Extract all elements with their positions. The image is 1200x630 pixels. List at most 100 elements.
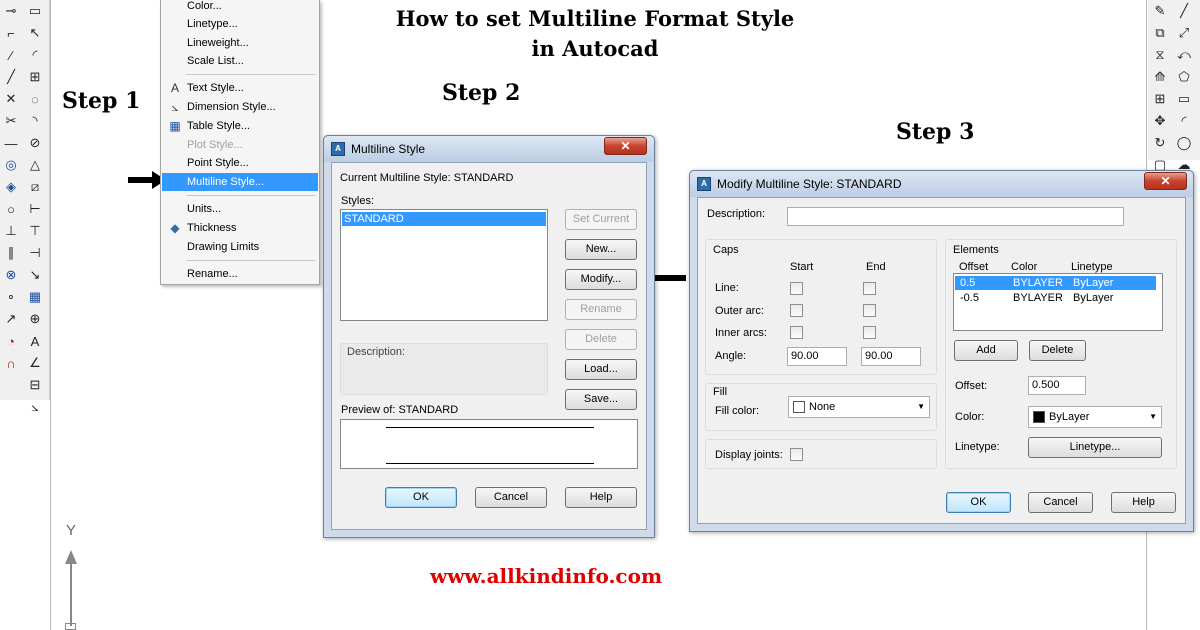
table-tool-icon[interactable]: ▦ [25, 287, 45, 307]
fillet-tool-icon[interactable]: ◝ [25, 111, 45, 131]
menu-item-point-style[interactable]: Point Style... [162, 154, 318, 172]
modify-button[interactable]: Modify... [565, 269, 637, 290]
add-element-button[interactable]: Add [954, 340, 1018, 361]
help-button[interactable]: Help [565, 487, 637, 508]
array-tool-icon[interactable]: ⊞ [25, 67, 45, 87]
line-diag-icon[interactable]: ╱ [1174, 1, 1194, 21]
description-input[interactable] [787, 207, 1124, 226]
outer-arc-end-checkbox[interactable] [863, 304, 876, 317]
rotate-icon[interactable]: ↻ [1150, 133, 1170, 153]
rectangle-tool-icon[interactable]: ▭ [25, 1, 45, 21]
trim-tool-icon[interactable]: ✂ [1, 111, 21, 131]
dimension-aligned-icon[interactable]: ⧄ [25, 177, 45, 197]
erase-tool-icon[interactable]: ✕ [1, 89, 21, 109]
inner-arcs-start-checkbox[interactable] [790, 326, 803, 339]
angle-start-input[interactable]: 90.00 [787, 347, 847, 366]
offset-input[interactable]: 0.500 [1028, 376, 1086, 395]
table-row[interactable]: -0.5 BYLAYER ByLayer [955, 291, 1156, 305]
menu-item-dimension-style[interactable]: ⦣ Dimension Style... [162, 98, 318, 116]
polyline-arrow-icon[interactable]: ⤺ [1174, 45, 1194, 65]
ray-tool-icon[interactable]: ╱ [1, 67, 21, 87]
eraser-icon[interactable]: ✎ [1150, 1, 1170, 21]
text-tool-icon[interactable]: A [25, 331, 45, 351]
element-color-select[interactable]: ByLayer ▼ [1028, 406, 1162, 428]
mirror-tool-icon[interactable]: ⧖ [1150, 45, 1170, 65]
close-button[interactable]: ✕ [1144, 172, 1187, 190]
no-entry-icon[interactable]: ⊘ [25, 133, 45, 153]
load-button[interactable]: Load... [565, 359, 637, 380]
offset-tool-icon[interactable]: ⟰ [1150, 67, 1170, 87]
menu-separator [186, 260, 316, 261]
polyline-tool-icon[interactable]: ⌐ [1, 23, 21, 43]
ok-button[interactable]: OK [385, 487, 457, 508]
outer-arc-start-checkbox[interactable] [790, 304, 803, 317]
circle-tool-icon[interactable]: ○ [1, 199, 21, 219]
display-joints-checkbox[interactable] [790, 448, 803, 461]
menu-item-text-style[interactable]: A Text Style... [162, 79, 318, 97]
elements-header-offset: Offset [959, 261, 989, 273]
menu-item-scale-list[interactable]: Scale List... [162, 52, 318, 70]
perpendicular-icon[interactable]: ⊥ [1, 221, 21, 241]
table-row[interactable]: 0.5 BYLAYER ByLayer [955, 276, 1156, 290]
move-cross-icon[interactable]: ✥ [1150, 111, 1170, 131]
styles-list[interactable]: STANDARD [340, 209, 548, 321]
copy-tool-icon[interactable]: ⧉ [1150, 23, 1170, 43]
magnet-icon[interactable]: ∩ [1, 353, 21, 373]
menu-item-units[interactable]: Units... [162, 200, 318, 218]
elements-list[interactable]: 0.5 BYLAYER ByLayer -0.5 BYLAYER ByLayer [953, 273, 1163, 331]
cancel-button[interactable]: Cancel [1028, 492, 1093, 513]
line-end-checkbox[interactable] [863, 282, 876, 295]
list-item[interactable]: STANDARD [342, 212, 546, 226]
caps-outer-arc-label: Outer arc: [715, 305, 764, 317]
parallel-icon[interactable]: ∥ [1, 243, 21, 263]
move-tool-icon[interactable]: ↖ [25, 23, 45, 43]
dimension-radius-icon[interactable]: ◔ [1, 331, 21, 351]
menu-item-lineweight[interactable]: Lineweight... [162, 34, 318, 52]
menu-item-drawing-limits[interactable]: Drawing Limits [162, 238, 318, 256]
angle-end-input[interactable]: 90.00 [861, 347, 921, 366]
spline-tool-icon[interactable]: ↗ [1, 309, 21, 329]
menu-item-table-style[interactable]: ▦ Table Style... [162, 117, 318, 135]
center-mark-icon[interactable]: ⊕ [25, 309, 45, 329]
arc-tool-icon[interactable]: ◜ [25, 45, 45, 65]
ok-button[interactable]: OK [946, 492, 1011, 513]
cancel-button[interactable]: Cancel [475, 487, 547, 508]
help-button[interactable]: Help [1111, 492, 1176, 513]
menu-item-linetype[interactable]: Linetype... [162, 15, 318, 33]
circle-center-icon[interactable]: ◎ [1, 155, 21, 175]
menu-item-color[interactable]: Color... [162, 0, 318, 15]
dimension-break-icon[interactable]: ⦣ [25, 397, 45, 417]
elements-group: Elements Offset Color Linetype 0.5 BYLAY… [945, 239, 1177, 469]
dimension-baseline-icon[interactable]: ⊣ [25, 243, 45, 263]
save-button[interactable]: Save... [565, 389, 637, 410]
snap-center-icon[interactable]: ◈ [1, 177, 21, 197]
linetype-button[interactable]: Linetype... [1028, 437, 1162, 458]
array-grid-icon[interactable]: ⊞ [1150, 89, 1170, 109]
menu-item-multiline-style[interactable]: Multiline Style... [162, 173, 318, 191]
circle-icon[interactable]: ◯ [1174, 133, 1194, 153]
arc-icon[interactable]: ◜ [1174, 111, 1194, 131]
dimension-linear-icon[interactable]: ⊢ [25, 199, 45, 219]
break-tool-icon[interactable]: — [1, 133, 21, 153]
inner-arcs-end-checkbox[interactable] [863, 326, 876, 339]
delete-element-button[interactable]: Delete [1029, 340, 1086, 361]
menu-item-thickness[interactable]: ◆ Thickness [162, 219, 318, 237]
leader-tool-icon[interactable]: ↘ [25, 265, 45, 285]
close-button[interactable]: ✕ [604, 137, 647, 155]
rectangle-icon[interactable]: ▭ [1174, 89, 1194, 109]
line-tool-icon[interactable]: ⊸ [1, 1, 21, 21]
menu-item-rename[interactable]: Rename... [162, 265, 318, 283]
new-button[interactable]: New... [565, 239, 637, 260]
dimension-continue-icon[interactable]: ⊤ [25, 221, 45, 241]
rotate-tool-icon[interactable]: ◌ [25, 89, 45, 109]
fill-color-select[interactable]: None ▼ [788, 396, 930, 418]
construct-icon[interactable]: ⤢ [1174, 23, 1194, 43]
construction-line-icon[interactable]: ⁄ [1, 45, 21, 65]
triangle-tool-icon[interactable]: △ [25, 155, 45, 175]
dimension-edit-icon[interactable]: ∠ [25, 353, 45, 373]
point-snap-icon[interactable]: ∘ [1, 287, 21, 307]
node-snap-icon[interactable]: ⊗ [1, 265, 21, 285]
line-start-checkbox[interactable] [790, 282, 803, 295]
dimension-space-icon[interactable]: ⊟ [25, 375, 45, 395]
polygon-tool-icon[interactable]: ⬠ [1174, 67, 1194, 87]
